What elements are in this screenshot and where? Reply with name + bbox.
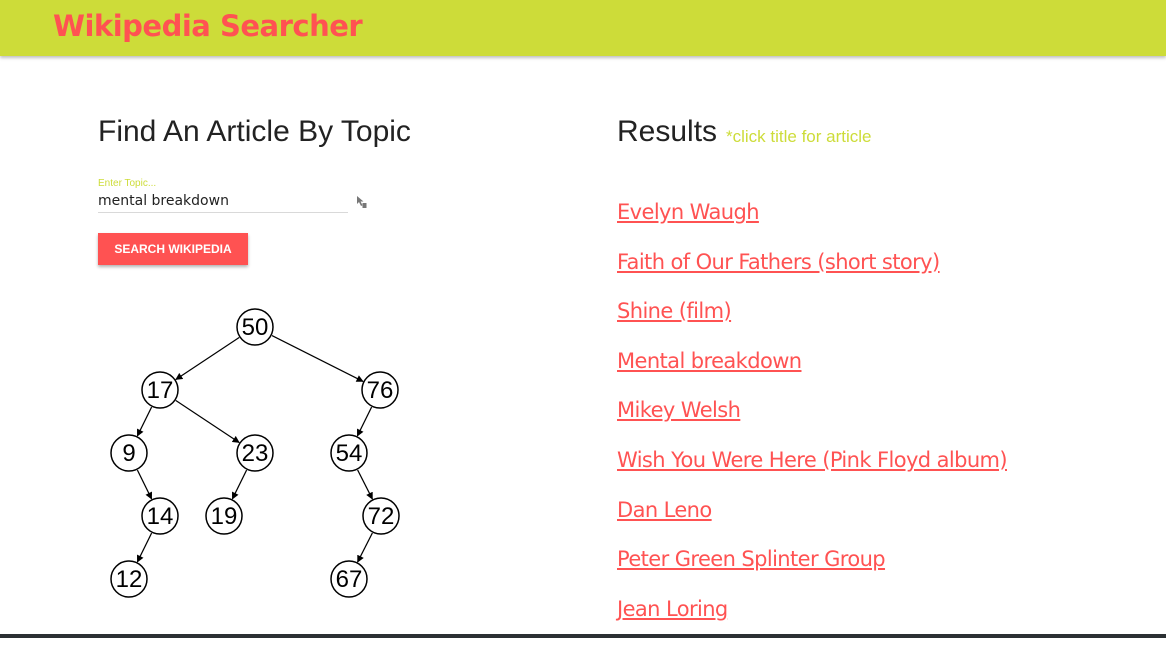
tree-node-label: 50 bbox=[242, 314, 269, 341]
tree-edge bbox=[271, 335, 364, 382]
result-item: Wish You Were Here (Pink Floyd album) bbox=[617, 448, 1008, 498]
tree-node-label: 17 bbox=[147, 377, 174, 404]
result-link[interactable]: Faith of Our Fathers (short story) bbox=[617, 250, 940, 274]
tree-node: 19 bbox=[205, 497, 243, 535]
tree-node-label: 76 bbox=[367, 377, 394, 404]
result-item: Faith of Our Fathers (short story) bbox=[617, 250, 1007, 300]
result-item: Evelyn Waugh bbox=[617, 200, 1007, 250]
search-wikipedia-button[interactable]: SEARCH WIKIPEDIA bbox=[98, 233, 248, 265]
result-item: Mental breakdown bbox=[617, 349, 1007, 399]
tree-edge bbox=[136, 532, 153, 563]
tree-edge bbox=[136, 469, 153, 500]
tree-node: 14 bbox=[141, 497, 179, 535]
result-item: Mikey Welsh bbox=[617, 398, 1007, 448]
tree-node: 72 bbox=[362, 497, 400, 535]
tree-node-label: 72 bbox=[368, 503, 395, 530]
tree-node-label: 12 bbox=[116, 566, 143, 593]
tree-edge bbox=[136, 406, 153, 437]
tree-node: 17 bbox=[141, 371, 179, 409]
tree-node: 23 bbox=[236, 434, 274, 472]
tree-node: 67 bbox=[330, 560, 368, 598]
result-link[interactable]: Peter Green Splinter Group bbox=[617, 547, 886, 571]
bottom-bar bbox=[0, 634, 1166, 638]
tree-edge bbox=[231, 469, 248, 500]
app-title: Wikipedia Searcher bbox=[53, 9, 363, 43]
tree-node: 76 bbox=[361, 371, 399, 409]
tree-node-label: 19 bbox=[211, 503, 238, 530]
result-item: Jean Loring bbox=[617, 597, 1007, 646]
tree-node: 54 bbox=[330, 434, 368, 472]
results-hint: *click title for article bbox=[726, 127, 872, 146]
tree-node-label: 14 bbox=[147, 503, 174, 530]
tree-node-label: 67 bbox=[336, 566, 363, 593]
tree-node: 50 bbox=[236, 308, 274, 346]
result-item: Dan Leno bbox=[617, 498, 1007, 548]
results-heading: Results bbox=[617, 115, 718, 148]
results-list: Evelyn Waugh Faith of Our Fathers (short … bbox=[617, 200, 1008, 646]
result-link[interactable]: Shine (film) bbox=[617, 299, 732, 323]
autofill-key-icon[interactable] bbox=[354, 195, 368, 209]
topic-field-label: Enter Topic... bbox=[98, 178, 157, 189]
result-item: Peter Green Splinter Group bbox=[617, 547, 1007, 597]
search-section-title: Find An Article By Topic bbox=[98, 115, 411, 148]
tree-node-label: 9 bbox=[122, 440, 135, 467]
tree-edge bbox=[357, 469, 373, 500]
result-link[interactable]: Evelyn Waugh bbox=[617, 200, 760, 224]
result-link[interactable]: Mikey Welsh bbox=[617, 398, 741, 422]
tree-edge bbox=[175, 400, 240, 443]
top-bar: Wikipedia Searcher bbox=[0, 0, 1166, 56]
tree-node: 12 bbox=[110, 560, 148, 598]
result-item: Shine (film) bbox=[617, 299, 1007, 349]
result-link[interactable]: Mental breakdown bbox=[617, 349, 802, 373]
tree-edge bbox=[357, 532, 373, 563]
result-link[interactable]: Dan Leno bbox=[617, 498, 712, 522]
tree-edge bbox=[175, 337, 240, 380]
result-link[interactable]: Wish You Were Here (Pink Floyd album) bbox=[617, 448, 1008, 472]
tree-edge bbox=[356, 406, 373, 437]
binary-tree-diagram: 50 17 76 9 23 54 14 19 72 12 67 bbox=[110, 308, 400, 598]
tree-node: 9 bbox=[110, 434, 148, 472]
result-link[interactable]: Jean Loring bbox=[617, 597, 728, 621]
tree-node-label: 54 bbox=[336, 440, 363, 467]
topic-input[interactable] bbox=[98, 190, 348, 213]
tree-node-label: 23 bbox=[242, 440, 269, 467]
